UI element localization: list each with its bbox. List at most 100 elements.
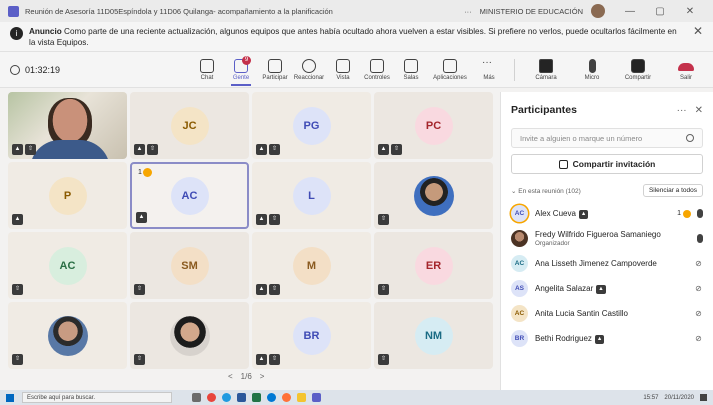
banner-close-button[interactable]: ✕ bbox=[693, 25, 703, 37]
mic-button[interactable]: Micro bbox=[569, 58, 615, 81]
edge-icon[interactable] bbox=[222, 393, 231, 402]
participant-initials: L bbox=[292, 176, 331, 215]
microphone-muted-icon[interactable]: ⊘ bbox=[694, 309, 703, 318]
attendee-icon: ⇧ bbox=[25, 144, 36, 155]
participant-row[interactable]: AC Ana Lisseth Jimenez Campoverde ⊘ bbox=[501, 251, 713, 276]
people-label: Gente bbox=[232, 74, 250, 81]
participant-tile[interactable]: ⇧ bbox=[8, 302, 127, 369]
section-label[interactable]: ⌄ En esta reunión (102) bbox=[511, 187, 643, 195]
meeting-tools: Chat 9 Gente Participar Reaccionar Vista … bbox=[190, 55, 506, 86]
participant-tile[interactable]: NM ⇧ bbox=[374, 302, 493, 369]
participant-tile[interactable]: ⇧ bbox=[130, 302, 249, 369]
firefox-icon[interactable] bbox=[282, 393, 291, 402]
participant-role: Organizador bbox=[535, 239, 570, 247]
participant-photo bbox=[169, 315, 210, 356]
tile-status-chips: ⇧ bbox=[134, 354, 145, 365]
rooms-button[interactable]: Salas bbox=[394, 58, 428, 81]
taskbar-search-input[interactable]: Escribe aquí para buscar. bbox=[22, 392, 172, 403]
people-button[interactable]: 9 Gente bbox=[224, 55, 258, 86]
apps-button[interactable]: Aplicaciones bbox=[428, 58, 472, 81]
share-invite-button[interactable]: Compartir invitación bbox=[511, 154, 703, 174]
view-button[interactable]: Vista bbox=[326, 58, 360, 81]
share-screen-icon bbox=[631, 58, 645, 73]
attendee-icon: ⇧ bbox=[147, 144, 158, 155]
participant-initials: JC bbox=[170, 106, 209, 145]
raise-hand-button[interactable]: Participar bbox=[258, 58, 292, 81]
invite-search-input[interactable]: Invite a alguien o marque un número bbox=[511, 128, 703, 148]
participant-name-block: Anita Lucia Santin Castillo bbox=[535, 309, 694, 318]
teams-logo-icon bbox=[8, 5, 19, 17]
share-button[interactable]: Compartir bbox=[615, 58, 661, 81]
previous-page-button[interactable]: < bbox=[228, 372, 233, 381]
participant-name-block: Angelita Salazar ▲ bbox=[535, 284, 694, 294]
participant-tile[interactable]: SM ⇧ bbox=[130, 232, 249, 299]
participant-tile[interactable]: PG ▲ ⇧ bbox=[252, 92, 371, 159]
chrome-icon[interactable] bbox=[207, 393, 216, 402]
more-button[interactable]: ··· Más bbox=[472, 57, 506, 81]
panel-more-button[interactable]: ··· bbox=[677, 105, 687, 116]
organization-name[interactable]: MINISTERIO DE EDUCACIÓN bbox=[480, 7, 583, 16]
participant-tile[interactable]: L ▲ ⇧ bbox=[252, 162, 371, 229]
section-count: En esta reunión (102) bbox=[518, 187, 581, 195]
participant-tile[interactable]: P ▲ bbox=[8, 162, 127, 229]
minimize-button[interactable]: — bbox=[615, 6, 645, 17]
attendee-icon: ⇧ bbox=[269, 284, 280, 295]
notifications-icon[interactable] bbox=[700, 394, 707, 401]
file-explorer-icon[interactable] bbox=[297, 393, 306, 402]
next-page-button[interactable]: > bbox=[260, 372, 265, 381]
close-window-button[interactable]: ✕ bbox=[675, 6, 705, 17]
participant-tile[interactable]: AC 1 ▲ bbox=[130, 162, 249, 229]
react-button[interactable]: Reaccionar bbox=[292, 58, 326, 81]
participant-row[interactable]: BR Bethi Rodriguez ▲ ⊘ bbox=[501, 326, 713, 351]
teams-icon[interactable] bbox=[312, 393, 321, 402]
participant-tile[interactable]: PC ▲ ⇧ bbox=[374, 92, 493, 159]
windows-start-icon[interactable] bbox=[6, 393, 14, 402]
participant-tile[interactable]: ⇧ bbox=[374, 162, 493, 229]
chat-button[interactable]: Chat bbox=[190, 58, 224, 81]
participant-name-block: Bethi Rodriguez ▲ bbox=[535, 334, 694, 344]
browser-icon[interactable] bbox=[267, 393, 276, 402]
microphone-icon[interactable] bbox=[697, 209, 703, 218]
hand-icon bbox=[683, 209, 691, 218]
participant-tile[interactable]: ▲ ⇧ bbox=[8, 92, 127, 159]
restore-button[interactable]: ▢ bbox=[645, 6, 675, 17]
microphone-icon[interactable] bbox=[697, 234, 703, 243]
excel-icon[interactable] bbox=[252, 393, 261, 402]
panel-close-button[interactable]: ✕ bbox=[695, 105, 703, 116]
controls-button[interactable]: Controles bbox=[360, 58, 394, 81]
microphone-muted-icon[interactable]: ⊘ bbox=[694, 284, 703, 293]
participant-tile[interactable]: AC ⇧ bbox=[8, 232, 127, 299]
mute-all-button[interactable]: Silenciar a todos bbox=[642, 184, 703, 197]
camera-icon bbox=[539, 58, 553, 73]
leave-button[interactable]: Salir bbox=[669, 59, 703, 81]
participant-row[interactable]: AC Anita Lucia Santin Castillo ⊘ bbox=[501, 301, 713, 326]
participant-row[interactable]: Fredy Wilfrido Figueroa Samaniego Organiz… bbox=[501, 226, 713, 251]
participant-name: Alex Cueva bbox=[535, 208, 576, 218]
page-indicator: 1/6 bbox=[240, 372, 252, 381]
system-tray: 15:57 20/11/2020 bbox=[643, 394, 707, 401]
tile-status-chips: ▲ ⇧ bbox=[256, 284, 280, 295]
participant-row[interactable]: AS Angelita Salazar ▲ ⊘ bbox=[501, 276, 713, 301]
taskbar-search-placeholder: Escribe aquí para buscar. bbox=[27, 394, 96, 401]
participant-tile[interactable]: BR ▲ ⇧ bbox=[252, 302, 371, 369]
camera-button[interactable]: Cámara bbox=[523, 58, 569, 81]
word-icon[interactable] bbox=[237, 393, 246, 402]
participant-row[interactable]: AC Alex Cueva ▲ 1 bbox=[501, 201, 713, 226]
user-avatar[interactable] bbox=[591, 4, 605, 18]
participate-label: Participar bbox=[262, 74, 288, 81]
participant-tile[interactable]: ER ⇧ bbox=[374, 232, 493, 299]
presenter-icon: ▲ bbox=[256, 284, 267, 295]
participant-photo bbox=[413, 175, 454, 216]
task-view-icon[interactable] bbox=[192, 393, 201, 402]
microphone-muted-icon[interactable]: ⊘ bbox=[694, 259, 703, 268]
microphone-muted-icon[interactable]: ⊘ bbox=[694, 334, 703, 343]
attendee-icon: ⇧ bbox=[269, 144, 280, 155]
window-titlebar: Reunión de Asesoría 11D05Espíndola y 11D… bbox=[0, 0, 713, 22]
tile-status-chips: ▲ ⇧ bbox=[12, 144, 36, 155]
participant-tile[interactable]: M ▲ ⇧ bbox=[252, 232, 371, 299]
participant-avatar: AS bbox=[511, 280, 528, 297]
more-options-icon[interactable]: ··· bbox=[464, 7, 472, 16]
participant-tile[interactable]: JC ▲ ⇧ bbox=[130, 92, 249, 159]
participant-name-block: Alex Cueva ▲ bbox=[535, 209, 677, 219]
hand-order: 1 bbox=[138, 169, 142, 176]
